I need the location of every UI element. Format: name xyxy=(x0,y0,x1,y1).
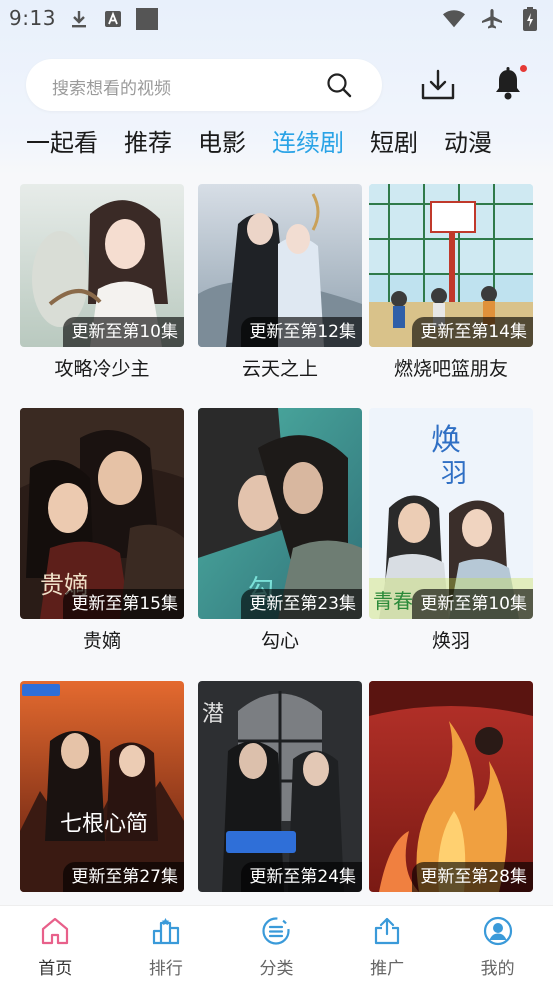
category-icon xyxy=(262,917,291,945)
share-icon xyxy=(374,917,400,945)
nav-label: 分类 xyxy=(259,959,294,979)
video-title: 焕羽 xyxy=(431,630,470,652)
video-title: 燃烧吧篮朋友 xyxy=(393,358,508,380)
svg-text:焕: 焕 xyxy=(431,423,461,458)
tab-short-drama[interactable]: 短剧 xyxy=(370,126,418,162)
tab-watch-together[interactable]: 一起看 xyxy=(26,126,98,162)
square-status-icon xyxy=(136,8,158,30)
video-poster[interactable]: 潜 更新至第24集 xyxy=(198,681,362,892)
video-card[interactable]: 贵嫡 更新至第15集 贵嫡 xyxy=(20,408,184,655)
video-card[interactable]: 焕 羽 青春 更新至第10集 焕羽 xyxy=(369,408,533,655)
video-poster[interactable]: 焕 羽 青春 更新至第10集 xyxy=(369,408,533,619)
notification-dot xyxy=(520,65,527,72)
nav-label: 排行 xyxy=(148,959,183,979)
video-card[interactable]: 潜 更新至第24集 xyxy=(198,681,362,906)
svg-text:青春: 青春 xyxy=(373,589,413,613)
video-title: 云天之上 xyxy=(241,358,318,380)
episode-badge: 更新至第15集 xyxy=(63,589,184,619)
video-card[interactable]: 更新至第14集 燃烧吧篮朋友 xyxy=(369,184,533,383)
episode-badge: 更新至第12集 xyxy=(241,317,362,347)
tab-anime[interactable]: 动漫 xyxy=(444,126,492,162)
episode-badge: 更新至第27集 xyxy=(63,862,184,892)
bell-icon[interactable] xyxy=(493,67,523,101)
video-poster[interactable]: 七根心简 更新至第27集 xyxy=(20,681,184,892)
font-status-icon xyxy=(102,8,124,30)
nav-label: 首页 xyxy=(38,959,73,979)
video-poster[interactable]: 更新至第10集 xyxy=(20,184,184,347)
video-card[interactable]: 更新至第10集 攻略冷少主 xyxy=(20,184,184,383)
status-time: 9:13 xyxy=(9,6,56,30)
episode-badge: 更新至第10集 xyxy=(412,589,533,619)
tab-series[interactable]: 连续剧 xyxy=(272,126,344,162)
nav-ranking[interactable]: 排行 xyxy=(111,906,222,984)
video-title: 勾心 xyxy=(260,630,299,652)
ranking-icon xyxy=(152,918,179,945)
episode-badge: 更新至第23集 xyxy=(241,589,362,619)
tab-movies[interactable]: 电影 xyxy=(198,126,246,162)
battery-icon xyxy=(519,7,541,31)
video-poster[interactable]: 贵嫡 更新至第15集 xyxy=(20,408,184,619)
category-tabs: 一起看 推荐 电影 连续剧 短剧 动漫 xyxy=(26,126,518,162)
episode-badge: 更新至第10集 xyxy=(63,317,184,347)
search-icon[interactable] xyxy=(326,72,352,98)
video-poster[interactable]: 更新至第12集 xyxy=(198,184,362,347)
status-bar: 9:13 xyxy=(0,0,553,38)
svg-text:七根心简: 七根心简 xyxy=(60,812,148,837)
video-card[interactable]: 七根心简 更新至第27集 xyxy=(20,681,184,906)
nav-share[interactable]: 推广 xyxy=(332,906,443,984)
nav-category[interactable]: 分类 xyxy=(221,906,332,984)
tab-recommend[interactable]: 推荐 xyxy=(124,126,172,162)
nav-label: 推广 xyxy=(370,959,405,979)
video-card[interactable]: 更新至第12集 云天之上 xyxy=(198,184,362,383)
video-poster[interactable]: 更新至第14集 xyxy=(369,184,533,347)
video-title: 攻略冷少主 xyxy=(54,358,150,380)
nav-label: 我的 xyxy=(480,959,515,979)
video-title: 贵嫡 xyxy=(82,630,121,652)
search-input[interactable]: 搜索想看的视频 xyxy=(26,59,382,111)
svg-text:羽: 羽 xyxy=(441,459,467,489)
download-status-icon xyxy=(68,8,90,30)
episode-badge: 更新至第24集 xyxy=(241,862,362,892)
profile-icon xyxy=(483,916,512,946)
airplane-icon xyxy=(481,8,503,30)
episode-badge: 更新至第14集 xyxy=(412,317,533,347)
video-poster[interactable]: 勾 更新至第23集 xyxy=(198,408,362,619)
wifi-icon xyxy=(443,8,465,30)
nav-home[interactable]: 首页 xyxy=(0,906,111,984)
episode-badge: 更新至第28集 xyxy=(412,862,533,892)
search-placeholder: 搜索想看的视频 xyxy=(52,79,171,99)
bottom-nav: 首页 排行 分类 推广 我的 xyxy=(0,905,553,984)
video-card[interactable]: 勾 更新至第23集 勾心 xyxy=(198,408,362,655)
video-poster[interactable]: 更新至第28集 xyxy=(369,681,533,892)
video-card[interactable]: 更新至第28集 xyxy=(369,681,533,906)
svg-text:潜: 潜 xyxy=(202,702,224,727)
nav-profile[interactable]: 我的 xyxy=(442,906,553,984)
download-icon[interactable] xyxy=(420,67,456,103)
video-grid: 更新至第10集 攻略冷少主 更新至第12集 云天之上 更新至第14集 燃烧吧篮朋… xyxy=(20,184,534,906)
home-icon xyxy=(42,917,69,945)
